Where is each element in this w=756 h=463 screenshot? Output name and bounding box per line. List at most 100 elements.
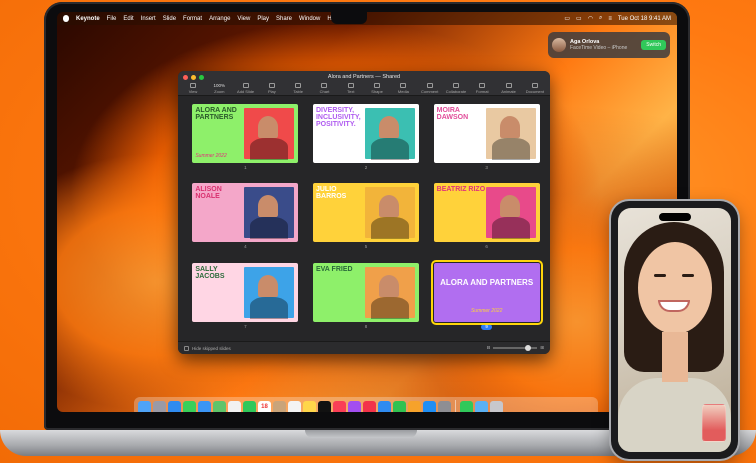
facetime-handoff-notification[interactable]: Aga Orlova FaceTime Video – iPhone Switc…	[548, 32, 670, 58]
wifi-icon[interactable]: ◠	[588, 15, 593, 22]
slide-number: 1	[244, 165, 247, 170]
slide-title: DIVERSITY, INCLUSIVITY, POSITIVITY.	[315, 107, 361, 128]
music-icon[interactable]	[333, 400, 346, 412]
portrait-head	[258, 274, 279, 297]
toolbar-format-button[interactable]: Format	[471, 83, 493, 94]
toolbar-animate-button[interactable]: Animate	[498, 83, 520, 94]
facetime-icon[interactable]	[243, 400, 256, 412]
zoom-slider[interactable]	[493, 345, 538, 351]
menu-arrange[interactable]: Arrange	[209, 16, 230, 22]
slide-thumbnail[interactable]: DIVERSITY, INCLUSIVITY, POSITIVITY.	[312, 104, 419, 163]
hide-skipped-checkbox[interactable]	[184, 345, 189, 351]
toolbar-comment-button[interactable]: Comment	[419, 83, 441, 94]
menu-window[interactable]: Window	[299, 16, 320, 22]
toolbar-shape-button[interactable]: Shape	[366, 83, 388, 94]
slide-thumbnail[interactable]: MOIRA DAWSON	[433, 104, 540, 163]
safari-icon[interactable]	[168, 400, 181, 412]
toolbar-document-button[interactable]: Document	[524, 83, 546, 94]
hide-skipped-label: Hide skipped slides	[192, 345, 231, 351]
slide-thumbnail[interactable]: ALORA AND PARTNERS Summer 2022	[192, 104, 299, 163]
switch-button[interactable]: Switch	[641, 40, 666, 50]
keynote-icon[interactable]	[378, 400, 391, 412]
menu-insert[interactable]: Insert	[141, 16, 156, 22]
menu-view[interactable]: View	[237, 16, 250, 22]
reminders-icon[interactable]	[288, 400, 301, 412]
slide-number: 9	[481, 323, 492, 330]
zoom-out-icon[interactable]: ⊟	[486, 345, 490, 351]
slide-thumbnail[interactable]: ALORA AND PARTNERS Summer 2022	[430, 259, 543, 325]
downloads-folder-icon[interactable]	[475, 400, 488, 412]
search-icon[interactable]: ⌕	[599, 15, 602, 22]
toolbar-add-slide-button[interactable]: Add Slide	[235, 83, 257, 94]
toolbar-label: Media	[397, 89, 409, 94]
slide-thumbnail[interactable]: SALLY JACOBS	[192, 262, 299, 322]
tv-icon[interactable]	[318, 400, 331, 412]
toolbar-zoom-button[interactable]: 100% Zoom	[208, 83, 230, 94]
facetime-video	[618, 208, 731, 452]
photos-icon[interactable]	[228, 400, 241, 412]
trash-icon[interactable]	[490, 400, 503, 412]
window-toolbar: Alora and Partners — Shared View 100% Zoom…	[178, 71, 550, 96]
control-center-icon[interactable]: ≡	[608, 16, 612, 22]
news-icon[interactable]	[363, 400, 376, 412]
launchpad-icon[interactable]	[153, 400, 166, 412]
menu-clock[interactable]: Tue Oct 18 9:41 AM	[618, 16, 671, 22]
slide-thumbnail-cell: DIVERSITY, INCLUSIVITY, POSITIVITY. 2	[312, 104, 420, 177]
podcasts-icon[interactable]	[348, 400, 361, 412]
notes-icon[interactable]	[303, 400, 316, 412]
toolbar-label: Table	[293, 89, 303, 94]
slide-number: 6	[485, 244, 488, 250]
facetime-active-icon[interactable]	[460, 400, 473, 412]
toolbar-media-button[interactable]: Media	[392, 83, 414, 94]
slide-thumbnail[interactable]: ALISON NOALE	[192, 183, 299, 243]
zoom-in-icon[interactable]: ⊞	[540, 345, 544, 351]
contacts-icon[interactable]	[273, 400, 286, 412]
menu-format[interactable]: Format	[183, 16, 202, 22]
window-footer: Hide skipped slides ⊟ ⊞	[178, 341, 550, 354]
portrait-head	[378, 116, 399, 138]
sidebar-icon	[190, 83, 196, 88]
finder-icon[interactable]	[138, 400, 151, 412]
slide-thumbnail[interactable]: BEATRIZ RIZO	[433, 183, 540, 243]
menu-app-name[interactable]: Keynote	[76, 16, 100, 22]
slide-thumbnail-cell: SALLY JACOBS 7	[192, 262, 299, 336]
slide-number: 3	[485, 165, 488, 170]
maps-icon[interactable]	[213, 400, 226, 412]
portrait-body	[370, 138, 409, 160]
toolbar-play-button[interactable]: Play	[261, 83, 283, 94]
portrait-head	[499, 195, 520, 218]
zoom-slider-knob[interactable]	[525, 345, 532, 351]
menu-play[interactable]: Play	[257, 16, 269, 22]
screen-record-icon[interactable]: ▭	[564, 15, 570, 22]
calendar-icon[interactable]: 18	[258, 400, 271, 412]
numbers-icon[interactable]	[393, 400, 406, 412]
left-eye	[654, 274, 666, 277]
menu-share[interactable]: Share	[276, 16, 292, 22]
settings-icon[interactable]	[438, 400, 451, 412]
apple-icon[interactable]	[63, 15, 69, 22]
pages-icon[interactable]	[408, 400, 421, 412]
battery-icon[interactable]: ▭	[576, 15, 582, 22]
portrait-body	[491, 138, 530, 160]
slide-photo	[485, 108, 536, 160]
toolbar-table-button[interactable]: Table	[287, 83, 309, 94]
self-view-pip[interactable]	[702, 404, 726, 442]
slide-thumbnail-cell: ALORA AND PARTNERS Summer 2022 1	[192, 104, 299, 177]
toolbar-text-button[interactable]: Text	[340, 83, 362, 94]
toolbar-chart-button[interactable]: Chart	[313, 83, 335, 94]
toolbar-label: Collaborate	[445, 89, 467, 94]
slide-title: EVA FRIED	[315, 265, 353, 273]
toolbar-collaborate-button[interactable]: Collaborate	[445, 83, 467, 94]
slide-thumbnail[interactable]: JULIO BARROS	[312, 183, 419, 243]
app-store-icon[interactable]	[423, 400, 436, 412]
slide-thumbnail[interactable]: EVA FRIED	[312, 262, 419, 322]
menu-slide[interactable]: Slide	[163, 16, 176, 22]
toolbar-view-button[interactable]: View	[182, 83, 204, 94]
slide-photo	[364, 266, 415, 319]
mail-icon[interactable]	[198, 400, 211, 412]
menu-edit[interactable]: Edit	[123, 16, 133, 22]
toolbar-label: Chart	[319, 89, 330, 94]
menu-file[interactable]: File	[107, 16, 117, 22]
window-title: Alora and Partners — Shared	[327, 74, 401, 80]
messages-icon[interactable]	[183, 400, 196, 412]
